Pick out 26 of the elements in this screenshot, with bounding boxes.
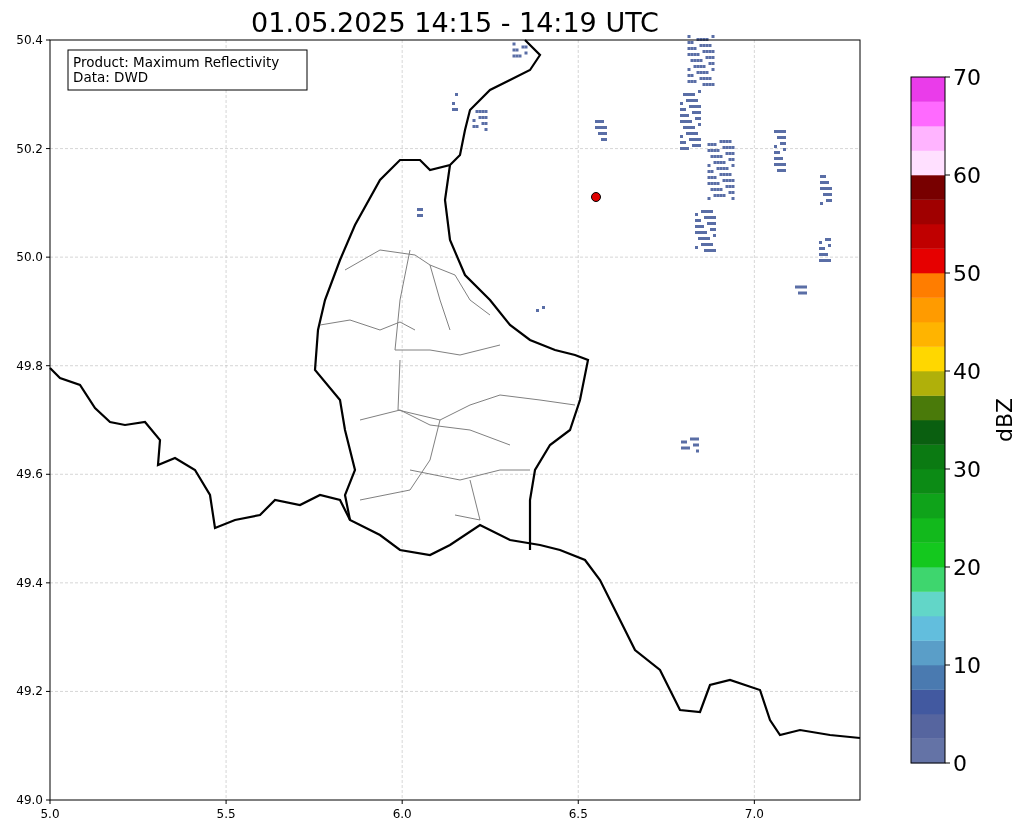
- axis-tick-label: 50.4: [16, 33, 43, 47]
- colorbar-tick-label: 70: [953, 65, 981, 90]
- axis-tick-label: 49.2: [16, 684, 43, 699]
- axis-tick-label: 49.6: [16, 467, 43, 482]
- radar-site-icon: [591, 192, 601, 202]
- colorbar-tick-label: 50: [953, 261, 981, 286]
- axis-tick-label: 6.5: [568, 807, 588, 821]
- axis-tick-label: 7.0: [744, 807, 764, 821]
- axis-tick-label: 5.5: [216, 807, 236, 821]
- colorbar-tick-label: 20: [953, 555, 981, 580]
- axis-tick-label: 5.0: [40, 807, 60, 821]
- colorbar-label: dBZ: [992, 397, 1017, 443]
- axis-tick-label: 50.0: [16, 250, 43, 265]
- colorbar-tick-label: 30: [953, 457, 981, 482]
- figure-title: 01.05.2025 14:15 - 14:19 UTC: [251, 7, 659, 38]
- info-text: Product: Maximum Reflectivity: [73, 54, 280, 70]
- colorbar-tick-label: 0: [953, 751, 967, 776]
- info-text: Data: DWD: [73, 69, 149, 85]
- axis-tick-label: 49.0: [16, 793, 43, 807]
- colorbar-tick-label: 40: [953, 359, 981, 384]
- axis-tick-label: 49.4: [16, 575, 43, 590]
- axis-tick-label: 50.2: [16, 141, 43, 156]
- colorbar-tick-label: 10: [953, 653, 981, 678]
- colorbar-tick-label: 60: [953, 163, 981, 188]
- axis-tick-label: 6.0: [392, 807, 412, 821]
- axis-tick-label: 49.8: [16, 358, 43, 373]
